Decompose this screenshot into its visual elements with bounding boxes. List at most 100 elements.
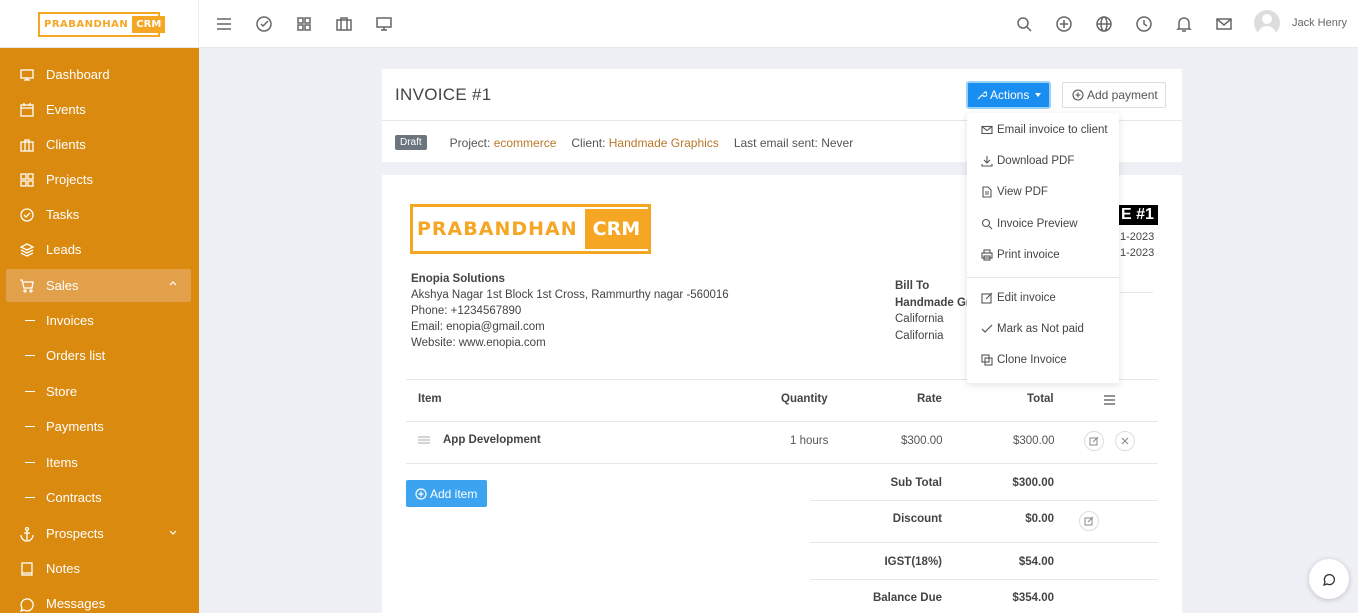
edit-discount-button[interactable] bbox=[1079, 511, 1099, 531]
company-name: Enopia Solutions bbox=[411, 273, 505, 285]
sidebar-item-label: Messages bbox=[46, 596, 106, 611]
search-icon[interactable] bbox=[1014, 14, 1034, 34]
sidebar: Dashboard Events Clients Projects Tasks … bbox=[0, 48, 199, 613]
sidebar-item-leads[interactable]: Leads bbox=[6, 233, 191, 266]
grid-icon bbox=[19, 172, 35, 188]
sidebar-item-tasks[interactable]: Tasks bbox=[6, 198, 191, 231]
project-link[interactable]: ecommerce bbox=[494, 136, 557, 150]
edit-row-button[interactable] bbox=[1084, 431, 1104, 451]
sidebar-item-label: Projects bbox=[46, 172, 93, 187]
mail-icon[interactable] bbox=[1214, 14, 1234, 34]
divider bbox=[810, 579, 1158, 580]
sidebar-item-payments[interactable]: Payments bbox=[6, 410, 191, 443]
tax-value: $54.00 bbox=[1018, 556, 1054, 568]
monitor-icon[interactable] bbox=[374, 14, 394, 34]
sidebar-item-contracts[interactable]: Contracts bbox=[6, 481, 191, 514]
sidebar-item-clients[interactable]: Clients bbox=[6, 128, 191, 161]
sidebar-item-projects[interactable]: Projects bbox=[6, 163, 191, 196]
bill-to-line1: California bbox=[895, 313, 944, 325]
wrench-icon bbox=[976, 90, 987, 101]
menu-item-clone-invoice[interactable]: Clone Invoice bbox=[981, 354, 1067, 366]
clock-icon[interactable] bbox=[1134, 14, 1154, 34]
brand-logo[interactable]: PRABANDHAN CRM bbox=[38, 12, 166, 37]
company-email: Email: enopia@gmail.com bbox=[411, 321, 545, 333]
add-payment-button[interactable]: Add payment bbox=[1062, 82, 1166, 108]
invoice-number-badge: E #1 bbox=[1117, 205, 1158, 225]
project-label: Project: bbox=[449, 135, 491, 150]
discount-value: $0.00 bbox=[1025, 513, 1054, 525]
layers-icon bbox=[19, 242, 35, 258]
avatar[interactable] bbox=[1254, 10, 1280, 36]
invoice-meta: Draft Project: ecommerce Client: Handmad… bbox=[395, 135, 853, 150]
row-quantity: 1 hours bbox=[790, 435, 829, 447]
menu-item-view-pdf[interactable]: View PDF bbox=[981, 186, 1048, 198]
menu-divider bbox=[967, 277, 1119, 278]
sidebar-item-label: Contracts bbox=[46, 490, 102, 505]
add-item-button[interactable]: Add item bbox=[406, 480, 487, 507]
menu-item-label: Print invoice bbox=[997, 249, 1060, 261]
delete-row-button[interactable] bbox=[1115, 431, 1135, 451]
sidebar-item-label: Orders list bbox=[46, 348, 106, 363]
sidebar-item-label: Sales bbox=[46, 278, 79, 293]
drag-handle-icon[interactable] bbox=[418, 436, 430, 444]
row-rate: $300.00 bbox=[901, 435, 943, 447]
menu-icon[interactable] bbox=[214, 14, 234, 34]
check-circle-icon[interactable] bbox=[254, 14, 274, 34]
invoice-date: 1-2023 bbox=[1120, 231, 1155, 243]
company-website: Website: www.enopia.com bbox=[411, 337, 546, 349]
sidebar-item-invoices[interactable]: Invoices bbox=[6, 304, 191, 337]
sub-total-value: $300.00 bbox=[1012, 477, 1054, 489]
sidebar-item-orders-list[interactable]: Orders list bbox=[6, 339, 191, 372]
sidebar-item-dashboard[interactable]: Dashboard bbox=[6, 58, 191, 91]
menu-item-label: Edit invoice bbox=[997, 292, 1056, 304]
tax-label: IGST(18%) bbox=[884, 556, 942, 568]
plus-circle-icon bbox=[415, 487, 427, 500]
download-icon bbox=[981, 155, 993, 167]
plus-circle-icon[interactable] bbox=[1054, 14, 1074, 34]
bill-to-name: Handmade Gr bbox=[895, 296, 971, 309]
divider bbox=[406, 463, 1158, 464]
plus-circle-icon bbox=[1072, 89, 1084, 101]
briefcase-icon bbox=[19, 137, 35, 153]
sidebar-item-notes[interactable]: Notes bbox=[6, 552, 191, 585]
chat-icon bbox=[1322, 572, 1336, 586]
chat-button[interactable] bbox=[1309, 559, 1349, 599]
caret-down-icon bbox=[1035, 93, 1042, 97]
sidebar-item-messages[interactable]: Messages bbox=[6, 587, 191, 613]
chevron-down-icon bbox=[169, 528, 177, 536]
sidebar-item-events[interactable]: Events bbox=[6, 93, 191, 126]
menu-item-edit-invoice[interactable]: Edit invoice bbox=[981, 292, 1056, 304]
menu-item-print-invoice[interactable]: Print invoice bbox=[981, 249, 1060, 261]
menu-item-mark-not-paid[interactable]: Mark as Not paid bbox=[981, 323, 1084, 335]
actions-button[interactable]: Actions bbox=[966, 81, 1051, 109]
company-phone: Phone: +1234567890 bbox=[411, 305, 522, 317]
menu-item-email-invoice[interactable]: Email invoice to client bbox=[981, 124, 1108, 136]
bell-icon[interactable] bbox=[1174, 14, 1194, 34]
last-email-value: Never bbox=[821, 135, 854, 150]
add-payment-label: Add payment bbox=[1087, 88, 1158, 102]
globe-icon[interactable] bbox=[1094, 14, 1114, 34]
sidebar-item-sales[interactable]: Sales bbox=[6, 269, 191, 302]
sidebar-item-items[interactable]: Items bbox=[6, 446, 191, 479]
actions-dropdown: Email invoice to client Download PDF Vie… bbox=[967, 113, 1119, 383]
column-header-rate: Rate bbox=[917, 393, 942, 405]
sidebar-item-label: Events bbox=[46, 102, 86, 117]
user-menu[interactable]: Jack Henry bbox=[1254, 10, 1347, 36]
sidebar-item-label: Prospects bbox=[46, 526, 104, 541]
dash-marker bbox=[25, 462, 35, 463]
search-icon bbox=[981, 218, 993, 230]
client-link[interactable]: Handmade Graphics bbox=[609, 136, 719, 150]
menu-item-invoice-preview[interactable]: Invoice Preview bbox=[981, 218, 1078, 230]
balance-due-value: $354.00 bbox=[1012, 592, 1054, 604]
top-bar: PRABANDHAN CRM Jack Henry bbox=[0, 0, 1358, 48]
menu-item-label: Download PDF bbox=[997, 155, 1075, 167]
sidebar-item-store[interactable]: Store bbox=[6, 375, 191, 408]
column-header-item: Item bbox=[418, 393, 442, 405]
grid-icon[interactable] bbox=[294, 14, 314, 34]
menu-item-label: Clone Invoice bbox=[997, 354, 1067, 366]
briefcase-icon[interactable] bbox=[334, 14, 354, 34]
column-menu-icon[interactable] bbox=[1103, 394, 1116, 406]
menu-item-download-pdf[interactable]: Download PDF bbox=[981, 155, 1074, 167]
chevron-up-icon bbox=[169, 280, 177, 288]
sidebar-item-prospects[interactable]: Prospects bbox=[6, 517, 191, 550]
